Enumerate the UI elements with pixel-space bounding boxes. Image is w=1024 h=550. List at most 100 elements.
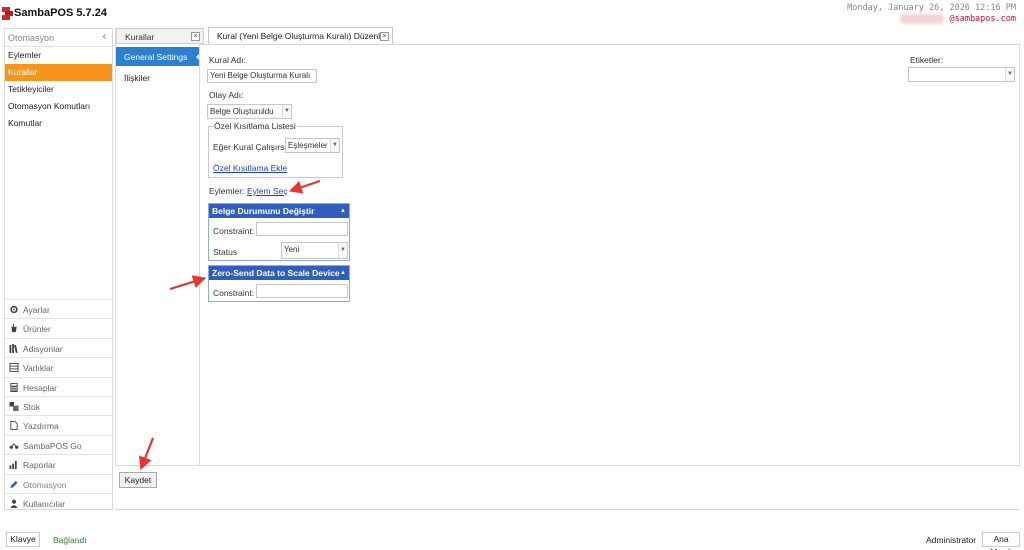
connection-status: Bağlandı (53, 535, 87, 545)
nav-item-tetikleyiciler[interactable]: Tetikleyiciler (5, 81, 112, 98)
close-icon[interactable]: × (191, 32, 200, 41)
title-bar: SambaPOS 5.7.24 Monday, January 26, 2026… (0, 0, 1024, 26)
books-icon (9, 343, 18, 353)
collapse-icon[interactable]: ▲ (340, 204, 346, 218)
constraint-label: Constraint: (213, 226, 255, 236)
collapse-chevron-icon[interactable]: ‹ (103, 31, 106, 42)
tags-select[interactable]: ▼ (908, 67, 1015, 82)
sambapos-logo-icon (2, 7, 13, 20)
module-label: Ürünler (23, 324, 51, 335)
module-kullanicilar[interactable]: Kullanıcılar (5, 492, 112, 512)
module-raporlar[interactable]: Raporlar (5, 454, 112, 473)
action-title: Belge Durumunu Değiştir (212, 206, 315, 216)
event-name-value: Belge Oluşturuldu (210, 107, 274, 116)
status-bar: Klavye Bağlandı Administrator Ana Menü (0, 528, 1024, 550)
tab-rule-editor[interactable]: Kural (Yeni Belge Oluşturma Kuralı) Düze… (208, 27, 393, 44)
module-label: SambaPOS Go (23, 440, 82, 451)
event-name-label: Olay Adı: (209, 90, 244, 100)
execute-if-label: Eğer Kural Çalışırsa (213, 142, 290, 152)
tab-kurallar[interactable]: Kurallar × (116, 28, 204, 44)
calculator-icon (10, 382, 18, 392)
module-urunler[interactable]: Ürünler (5, 318, 112, 337)
action-card-header[interactable]: Belge Durumunu Değiştir ▲ (209, 204, 349, 218)
module-hesaplar[interactable]: Hesaplar (5, 376, 112, 396)
execute-if-select[interactable]: Eşleşmeler ▼ (285, 138, 340, 153)
module-yazdirma[interactable]: Yazdırma (5, 415, 112, 434)
current-user: Administrator (926, 535, 977, 545)
boxes-icon (9, 401, 19, 411)
module-otomasyon[interactable]: Otomasyon (5, 473, 112, 493)
chevron-down-icon: ▼ (338, 243, 347, 258)
chevron-down-icon: ▼ (330, 139, 339, 152)
cup-icon (11, 324, 17, 333)
module-ayarlar[interactable]: Ayarlar (5, 299, 112, 318)
event-name-select[interactable]: Belge Oluşturuldu ▼ (207, 104, 292, 119)
gear-icon (10, 305, 18, 314)
user-email: @sambapos.com (949, 14, 1016, 24)
module-label: Kullanıcılar (23, 498, 66, 509)
module-label: Raporlar (23, 460, 56, 471)
action-card: Belge Durumunu Değiştir ▲ Constraint: St… (208, 203, 350, 261)
rule-name-input[interactable]: Yeni Belge Oluşturma Kuralı (207, 69, 317, 83)
module-varliklar[interactable]: Varlıklar (5, 357, 112, 376)
close-icon[interactable]: × (380, 32, 389, 41)
tags-label: Etiketler: (910, 55, 944, 65)
redacted-email-prefix (900, 14, 944, 24)
nav-item-kurallar[interactable]: Kurallar (5, 64, 112, 81)
add-constraint-link[interactable]: Özel Kısıtlama Ekle (213, 163, 287, 173)
keyboard-button[interactable]: Klavye (6, 532, 40, 547)
main-menu-button[interactable]: Ana Menü (982, 532, 1020, 550)
nav-item-eylemler[interactable]: Eylemler (5, 47, 112, 64)
action-title: Zero-Send Data to Scale Device (212, 268, 340, 278)
chevron-down-icon: ▼ (282, 105, 291, 118)
constraint-input[interactable] (256, 222, 348, 236)
status-select[interactable]: Yeni ▼ (281, 242, 348, 259)
datetime-display: Monday, January 26, 2026 12:16 PM (847, 3, 1016, 13)
rule-name-label: Kural Adı: (209, 55, 246, 65)
constraint-label: Constraint: (213, 288, 255, 298)
bar-chart-icon (9, 461, 17, 470)
automation-nav-panel: Otomasyon ‹ Eylemler Kurallar Tetikleyic… (4, 28, 113, 510)
group-title: Özel Kısıtlama Listesi (213, 121, 297, 131)
chevron-down-icon: ▼ (1005, 68, 1014, 81)
document-icon (10, 421, 18, 431)
module-label: Ayarlar (23, 305, 50, 315)
nav-panel-title: Otomasyon (8, 33, 55, 43)
module-label: Otomasyon (23, 479, 67, 490)
execute-if-value: Eşleşmeler (288, 141, 328, 150)
module-list: Ayarlar Ürünler Adisyonlar Varlıklar Hes… (5, 299, 112, 512)
custom-constraints-group: Özel Kısıtlama Listesi Eğer Kural Çalışı… (208, 121, 343, 178)
settings-item-label: İlişkiler (124, 73, 150, 83)
rules-panel: Kurallar × General Settings İlişkiler (115, 28, 204, 465)
action-card-header[interactable]: Zero-Send Data to Scale Device ▲ (209, 266, 349, 280)
select-action-link[interactable]: Eylem Seç (247, 186, 288, 196)
module-label: Yazdırma (23, 421, 59, 432)
module-label: Adisyonlar (23, 343, 63, 354)
tab-label: Kural (Yeni Belge Oluşturma Kuralı) Düze… (217, 31, 385, 41)
save-bar: Kaydet (115, 465, 1020, 510)
bike-icon (9, 442, 19, 449)
module-adisyonlar[interactable]: Adisyonlar (5, 337, 112, 357)
settings-item-relations[interactable]: İlişkiler (116, 68, 200, 87)
constraint-input[interactable] (256, 284, 348, 298)
status-label: Status (213, 247, 238, 257)
table-icon (9, 363, 19, 373)
nav-panel-header: Otomasyon ‹ (5, 29, 112, 47)
settings-item-general[interactable]: General Settings (116, 47, 201, 66)
module-label: Varlıklar (23, 363, 54, 374)
status-value: Yeni (284, 245, 300, 254)
module-label: Hesaplar (23, 382, 58, 393)
settings-item-label: General Settings (124, 52, 188, 62)
save-button[interactable]: Kaydet (119, 472, 157, 488)
nav-item-komutlar[interactable]: Komutlar (5, 115, 112, 132)
app-title: SambaPOS 5.7.24 (14, 7, 107, 19)
module-sambapos-go[interactable]: SambaPOS Go (5, 434, 112, 454)
collapse-icon[interactable]: ▲ (340, 266, 346, 280)
action-card: Zero-Send Data to Scale Device ▲ Constra… (208, 265, 350, 302)
tab-label: Kurallar (125, 32, 155, 42)
nav-item-otomasyon-komutlari[interactable]: Otomasyon Komutları (5, 98, 112, 115)
module-label: Stok (23, 401, 41, 412)
user-icon (10, 499, 18, 508)
actions-label: Eylemler: (209, 186, 245, 196)
module-stok[interactable]: Stok (5, 395, 112, 415)
